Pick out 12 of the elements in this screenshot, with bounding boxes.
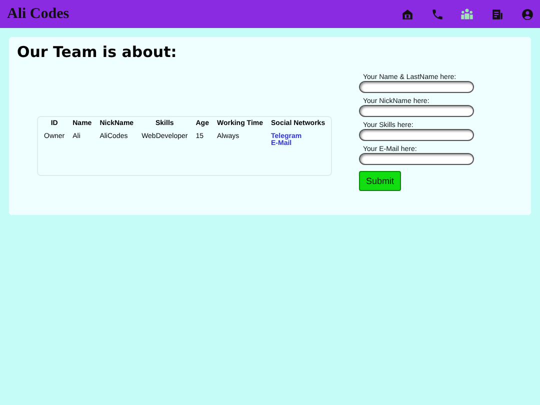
section-heading: Our Team is about: — [17, 43, 178, 61]
phone-icon[interactable] — [430, 7, 444, 21]
site-title: Ali Codes — [7, 6, 70, 22]
home-icon[interactable] — [400, 7, 414, 21]
input-field[interactable] — [359, 81, 474, 93]
input-field[interactable] — [359, 153, 474, 165]
input-field[interactable] — [359, 105, 474, 117]
input-field[interactable] — [359, 129, 474, 141]
document-icon[interactable] — [490, 7, 504, 21]
account-icon[interactable] — [520, 7, 534, 21]
people-icon[interactable] — [460, 7, 474, 21]
submit-button[interactable]: Submit — [359, 171, 402, 191]
